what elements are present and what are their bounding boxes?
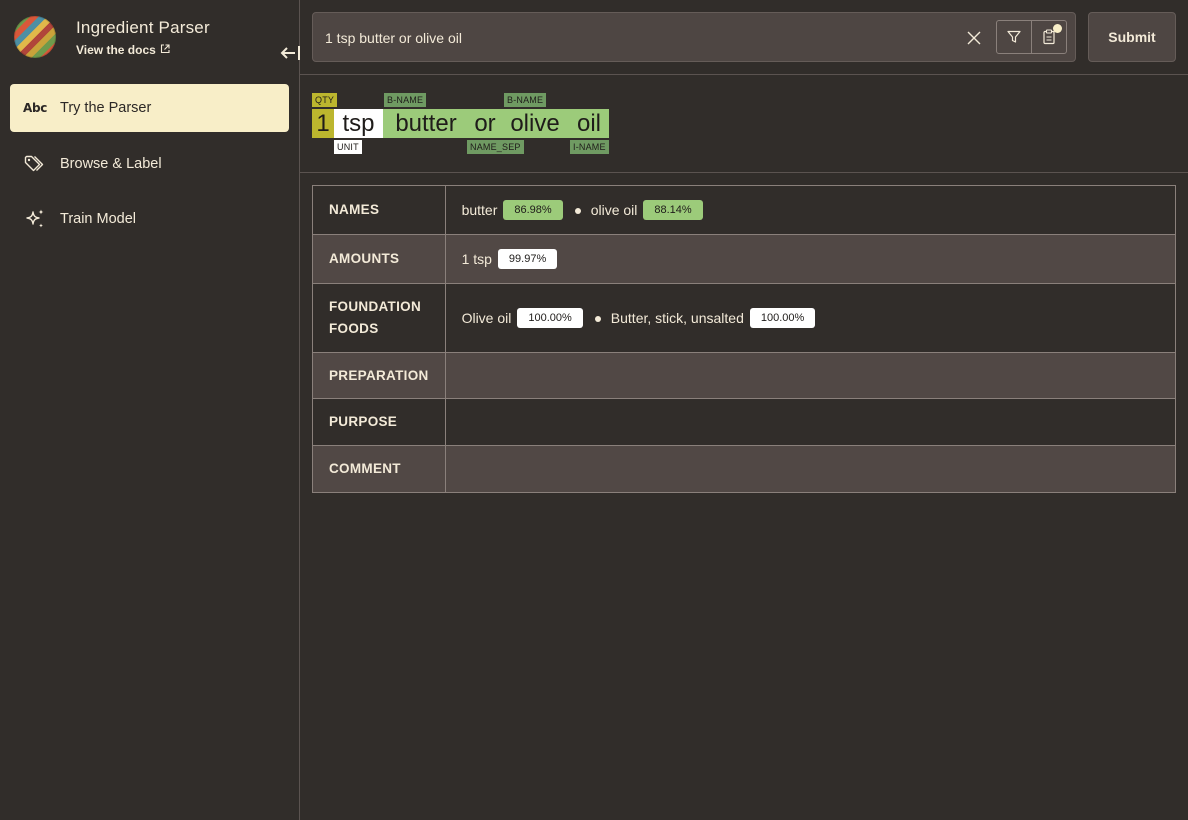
sidebar-item-label: Try the Parser	[60, 100, 152, 116]
row-header-purpose: PURPOSE	[312, 398, 446, 446]
token-text: tsp	[334, 109, 383, 138]
token-label: B-NAME	[384, 93, 427, 107]
row-header-names: NAMES	[312, 185, 446, 235]
token-label: B-NAME	[504, 93, 547, 107]
table-row: NAMES butter 86.98% olive oil 88.14%	[312, 185, 1177, 235]
row-value-amounts: 1 tsp 99.97%	[444, 234, 1177, 284]
row-value-preparation	[444, 352, 1177, 399]
submit-button[interactable]: Submit	[1088, 12, 1176, 62]
close-icon	[967, 31, 981, 45]
row-header-foundation-foods: FOUNDATION FOODS	[312, 283, 446, 353]
token-visualization: QTY 1 tsp UNIT B-NAME butter or NAME_SEP…	[312, 91, 912, 157]
sidebar-item-label: Browse & Label	[60, 156, 162, 172]
collapse-sidebar-button[interactable]	[278, 42, 304, 64]
row-value-comment	[444, 445, 1177, 493]
amount-text: 1 tsp	[461, 251, 492, 267]
row-header-comment: COMMENT	[312, 445, 446, 493]
table-row: PURPOSE	[312, 398, 1177, 446]
confidence-badge: 100.00%	[517, 308, 583, 328]
docs-link-label: View the docs	[76, 43, 156, 57]
sidebar-item-label: Train Model	[60, 211, 137, 227]
token-text: olive	[501, 109, 569, 138]
app-title: Ingredient Parser	[76, 18, 210, 37]
confidence-badge: 88.14%	[643, 200, 703, 220]
sidebar-item-train-model[interactable]: Train Model	[10, 195, 289, 243]
token-label: NAME_SEP	[467, 140, 524, 154]
docs-link[interactable]: View the docs	[76, 43, 170, 57]
name-item: olive oil 88.14%	[591, 200, 703, 220]
token-text: butter	[383, 109, 469, 138]
external-link-icon	[160, 43, 170, 57]
row-value-names: butter 86.98% olive oil 88.14%	[444, 185, 1177, 235]
token-label: UNIT	[334, 140, 362, 154]
row-header-preparation: PREPARATION	[312, 352, 446, 399]
tags-icon	[24, 153, 46, 175]
header-line: FOUNDATION	[329, 299, 421, 314]
abc-icon: Abc	[22, 101, 48, 115]
confidence-badge: 100.00%	[749, 308, 816, 328]
food-text: Butter, stick, unsalted	[610, 310, 744, 326]
token-label: QTY	[312, 93, 338, 107]
divider	[300, 172, 1188, 173]
token-label: I-NAME	[570, 140, 609, 154]
confidence-badge: 99.97%	[497, 249, 558, 269]
table-row: COMMENT	[312, 445, 1177, 493]
header-line: FOODS	[329, 321, 379, 336]
filter-icon	[1007, 30, 1021, 43]
table-row: FOUNDATION FOODS Olive oil 100.00% Butte…	[312, 283, 1177, 353]
sidebar-item-browse-label[interactable]: Browse & Label	[10, 140, 289, 188]
filter-button[interactable]	[996, 20, 1032, 54]
name-text: olive oil	[590, 202, 638, 218]
name-text: butter	[461, 202, 498, 218]
results-table: NAMES butter 86.98% olive oil 88.14% AMO…	[312, 185, 1177, 493]
app-logo	[14, 16, 56, 58]
clipboard-button[interactable]	[1031, 20, 1067, 54]
collapse-arrow-icon	[280, 46, 300, 60]
table-row: AMOUNTS 1 tsp 99.97%	[312, 234, 1177, 284]
notification-dot	[1053, 24, 1062, 33]
token-text: 1	[312, 109, 334, 138]
sidebar-item-try-the-parser[interactable]: Abc Try the Parser	[10, 84, 289, 132]
separator-dot	[574, 208, 581, 215]
separator-dot	[594, 316, 601, 323]
brand: Ingredient Parser View the docs	[14, 16, 300, 60]
ingredient-input[interactable]	[325, 25, 945, 51]
sidebar: Ingredient Parser View the docs Abc Try …	[0, 0, 300, 820]
token-text: oil	[569, 109, 609, 138]
search-bar	[312, 12, 1076, 62]
row-value-purpose	[444, 398, 1177, 446]
food-text: Olive oil	[461, 310, 512, 326]
amount-item: 1 tsp 99.97%	[462, 249, 558, 269]
clear-input-button[interactable]	[963, 27, 985, 49]
row-value-foundation-foods: Olive oil 100.00% Butter, stick, unsalte…	[444, 283, 1177, 353]
sparkles-icon	[24, 208, 46, 230]
foundation-food-item: Butter, stick, unsalted 100.00%	[611, 308, 816, 328]
divider	[300, 74, 1188, 75]
name-item: butter 86.98%	[462, 200, 563, 220]
confidence-badge: 86.98%	[503, 200, 563, 220]
token-text: or	[469, 109, 501, 138]
row-header-amounts: AMOUNTS	[312, 234, 446, 284]
table-row: PREPARATION	[312, 352, 1177, 399]
foundation-food-item: Olive oil 100.00%	[462, 308, 583, 328]
